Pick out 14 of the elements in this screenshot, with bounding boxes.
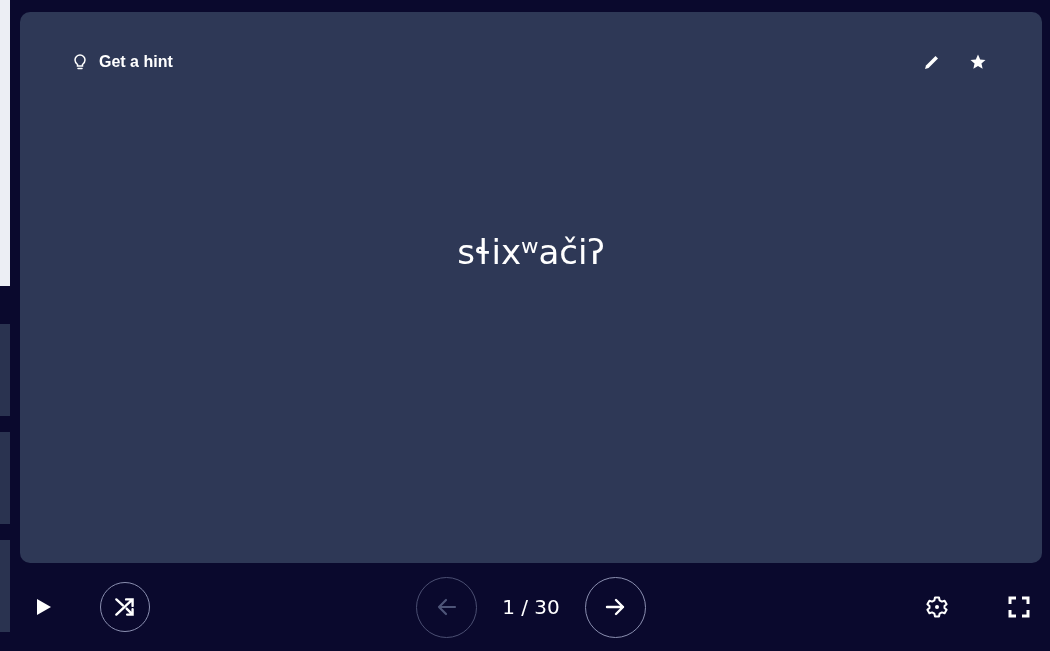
- play-button[interactable]: [36, 598, 52, 616]
- hint-button[interactable]: Get a hint: [74, 53, 173, 71]
- settings-icon: [925, 595, 949, 619]
- card-term: sɬixʷačiʔ: [457, 232, 605, 272]
- fullscreen-button[interactable]: [1007, 595, 1031, 619]
- settings-button[interactable]: [925, 595, 949, 619]
- fullscreen-icon: [1007, 595, 1031, 619]
- flashcard[interactable]: Get a hint sɬixʷačiʔ: [20, 12, 1042, 563]
- pencil-icon: [923, 53, 941, 71]
- play-icon: [36, 598, 52, 616]
- shuffle-button[interactable]: [100, 582, 150, 632]
- card-counter: 1 / 30: [501, 595, 561, 619]
- lightbulb-icon: [74, 54, 86, 70]
- star-icon: [969, 53, 987, 71]
